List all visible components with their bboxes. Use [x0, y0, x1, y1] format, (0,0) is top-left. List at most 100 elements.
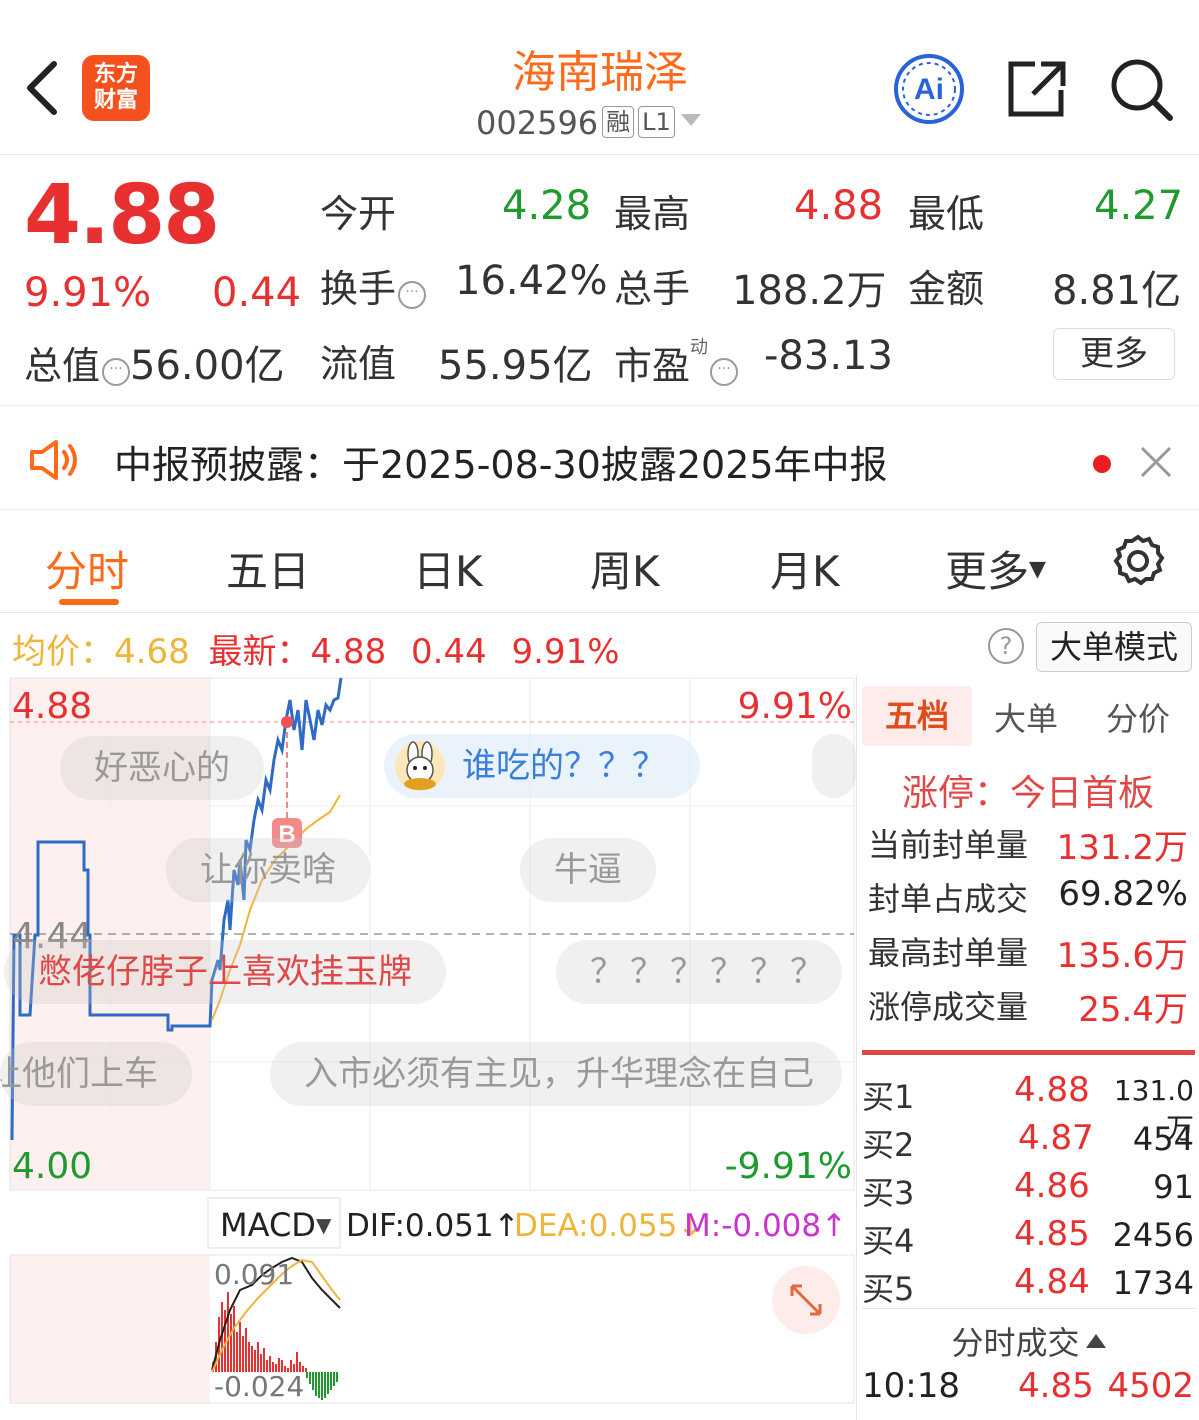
stock-code: 002596 [476, 104, 599, 142]
tab-more[interactable]: 更多▼ [945, 538, 1046, 599]
premarket-shade-macd [10, 1255, 210, 1403]
danmaku-comment: 入市必须有主见，升华理念在自己 [270, 1042, 842, 1106]
volume-label: 总手 [614, 267, 691, 311]
macd-bar-up [254, 1350, 256, 1372]
price-info-bar: 均价：4.68 最新：4.88 0.44 9.91% [12, 624, 620, 673]
stat-value: 131.2万 [1056, 828, 1188, 868]
macd-bar-down [306, 1372, 308, 1378]
margin-badge: 融 [602, 106, 635, 138]
low-value: 4.27 [1094, 183, 1184, 229]
danmaku-comment: 憋佬仔脖子上喜欢挂玉牌 [4, 940, 446, 1004]
tab-monthly-k[interactable]: 月K [770, 538, 840, 599]
tab-daily-k[interactable]: 日K [413, 538, 483, 599]
tab-five-levels[interactable]: 五档 [862, 686, 972, 746]
svg-text:Ai: Ai [914, 73, 944, 106]
float-cap-value: 55.95亿 [438, 343, 593, 389]
amount-label: 金额 [908, 267, 985, 311]
info-dots-icon[interactable]: ··· [102, 358, 131, 386]
float-cap-label: 流值 [320, 342, 397, 386]
ai-assistant-icon[interactable]: Ai [892, 52, 966, 126]
more-quote-button[interactable]: 更多 [1053, 328, 1175, 380]
book-level-label: 买1 [862, 1078, 915, 1116]
macd-bar-up [239, 1322, 241, 1372]
stat-value: 25.4万 [1078, 990, 1188, 1030]
book-price: 4.85 [1014, 1214, 1090, 1254]
tab-five-day[interactable]: 五日 [226, 538, 310, 599]
notice-bar[interactable]: 中报预披露：于2025-08-30披露2025年中报 [0, 405, 1199, 510]
tab-more-caret-icon: ▼ [1029, 557, 1046, 582]
tab-weekly-k[interactable]: 周K [590, 538, 660, 599]
price-bottom-label: 4.00 [12, 1146, 92, 1187]
pe-sup: 动 [690, 337, 709, 358]
stat-label: 涨停成交量 [868, 988, 1029, 1026]
macd-bar-up [263, 1348, 265, 1372]
tab-big-orders[interactable]: 大单 [994, 694, 1058, 740]
market-cap-value: 56.00亿 [130, 343, 285, 389]
pe-value: -83.13 [764, 333, 893, 379]
turnover-value: 16.42% [455, 258, 608, 304]
macd-bar-down [321, 1372, 323, 1400]
help-icon[interactable]: ? [988, 628, 1024, 664]
danmaku-comment-clipped [812, 734, 856, 798]
latest-change: 0.44 [411, 632, 487, 672]
app-logo: 东方 财富 [82, 55, 150, 121]
settings-gear-icon[interactable] [1110, 533, 1166, 589]
turnover-label: 换手 [320, 267, 397, 311]
macd-bar-down [327, 1372, 329, 1394]
order-book-divider [862, 1050, 1195, 1055]
stock-name: 海南瑞泽 [512, 47, 688, 98]
danmaku-text: 谁吃的？？？ [462, 746, 666, 786]
search-icon[interactable] [1108, 56, 1174, 122]
macd-bar-down [336, 1372, 338, 1382]
danmaku-comment: 牛逼 [520, 838, 656, 902]
pct-bottom-label: -9.91% [725, 1146, 852, 1187]
turnover-label-group: 换手 ··· [320, 258, 427, 313]
book-level-label: 买5 [862, 1270, 915, 1308]
macd-bar-down [324, 1372, 326, 1398]
unread-dot [1093, 455, 1111, 473]
tab-divider [0, 612, 1199, 613]
tab-price-distribution[interactable]: 分价 [1106, 694, 1170, 740]
trade-ticks-header[interactable]: 分时成交 [862, 1318, 1195, 1364]
pct-top-label: 9.91% [738, 686, 852, 727]
stat-label: 当前封单量 [868, 826, 1029, 864]
macd-bar-down [333, 1372, 335, 1386]
info-dots-icon[interactable]: ··· [710, 358, 739, 386]
stat-value: 135.6万 [1056, 936, 1188, 976]
macd-bar-up [224, 1310, 226, 1372]
back-arrow-icon[interactable] [22, 58, 62, 118]
market-cap-label: 总值 [24, 344, 101, 388]
share-icon[interactable] [1005, 58, 1069, 120]
big-order-mode-button[interactable]: 大单模式 [1036, 622, 1192, 672]
close-icon[interactable] [1138, 444, 1174, 480]
stock-code-row[interactable]: 002596 融 L1 [476, 104, 701, 142]
change-amount: 0.44 [212, 270, 302, 316]
book-volume: 91 [1153, 1168, 1194, 1206]
macd-bar-down [309, 1372, 311, 1384]
macd-label: MACD [220, 1206, 316, 1244]
book-volume: 1734 [1112, 1264, 1194, 1302]
panel-divider [856, 676, 857, 1420]
amount-value: 8.81亿 [1052, 268, 1182, 314]
high-label: 最高 [614, 192, 691, 236]
buy-marker-dot [281, 716, 293, 728]
book-price: 4.84 [1014, 1262, 1090, 1302]
pe-label: 市盈 [614, 344, 691, 388]
book-price: 4.87 [1018, 1118, 1094, 1158]
macd-top-label: 0.091 [214, 1258, 294, 1291]
info-dots-icon[interactable]: ··· [398, 281, 427, 309]
book-level-label: 买4 [862, 1222, 915, 1260]
current-price: 4.88 [24, 168, 220, 263]
macd-caret-icon: ▼ [316, 1213, 332, 1237]
macd-bar-up [245, 1328, 247, 1372]
stat-value: 69.82% [1058, 874, 1188, 914]
macd-bar-up [305, 1368, 307, 1372]
macd-bar-down [318, 1372, 320, 1398]
book-volume: 2456 [1112, 1216, 1194, 1254]
trade-divider [862, 1308, 1195, 1309]
tab-intraday[interactable]: 分时 [45, 538, 129, 599]
speaker-icon [30, 440, 77, 480]
macd-dif: DIF:0.051↑ [346, 1208, 520, 1244]
price-top-label: 4.88 [12, 686, 92, 727]
macd-bar-down [315, 1372, 317, 1396]
